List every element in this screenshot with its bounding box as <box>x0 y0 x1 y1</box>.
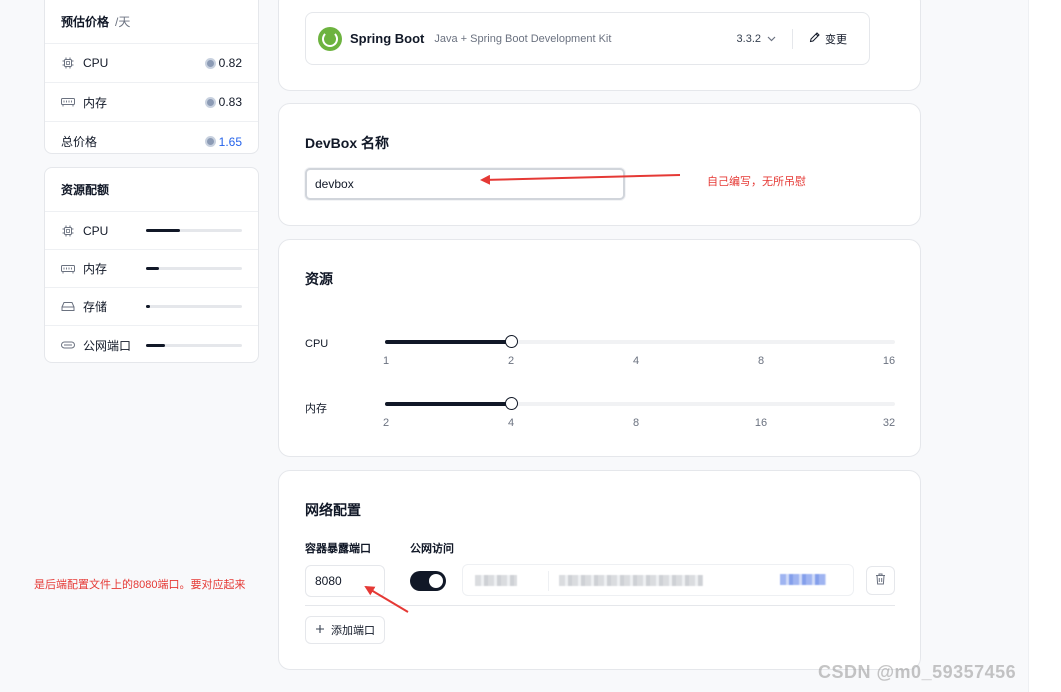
quota-bar-storage <box>146 305 242 308</box>
slider-tick: 32 <box>882 417 896 429</box>
network-panel: 网络配置 容器暴露端口 公网访问 添加端口 <box>278 470 921 670</box>
quota-fill-storage <box>146 305 150 308</box>
resource-quota-card: 资源配额 CPU 内存 存储 公网端口 <box>44 167 259 363</box>
cpu-slider-thumb[interactable] <box>505 335 518 348</box>
price-unit: /天 <box>115 14 131 29</box>
resources-title: 资源 <box>305 271 333 287</box>
cpu-icon <box>61 225 75 237</box>
quota-label-cpu: CPU <box>83 223 109 238</box>
slider-tick: 8 <box>757 355 765 367</box>
quota-fill-port <box>146 343 166 347</box>
quota-row-storage: 存储 <box>45 288 258 326</box>
slider-tick: 16 <box>882 355 896 367</box>
cpu-slider-label: CPU <box>305 338 329 350</box>
slider-tick: 2 <box>382 417 390 429</box>
quota-label-port: 公网端口 <box>83 338 132 353</box>
cpu-slider[interactable] <box>385 335 895 348</box>
slider-tick: 1 <box>382 355 390 367</box>
quota-row-cpu: CPU <box>45 212 258 250</box>
price-title: 预估价格 <box>61 14 110 29</box>
annotation-name-note: 自己编写，无所吊慰 <box>707 176 806 188</box>
coin-icon <box>204 57 216 69</box>
coin-icon <box>204 96 216 108</box>
price-memory-amount: 0.83 <box>218 95 242 109</box>
right-edge-panel <box>1028 0 1061 692</box>
devbox-name-panel: DevBox 名称 <box>278 103 921 226</box>
price-card-header: 预估价格 /天 <box>45 0 258 44</box>
memory-slider[interactable] <box>385 397 895 410</box>
delete-port-button[interactable] <box>866 566 895 595</box>
quota-fill-cpu <box>146 229 180 232</box>
change-runtime-button[interactable]: 变更 <box>793 31 857 47</box>
price-cpu-amount: 0.82 <box>218 56 242 70</box>
memory-slider-fill <box>385 402 511 406</box>
price-value-memory: 0.83 <box>204 95 242 109</box>
memory-icon <box>61 263 75 275</box>
slider-tick: 4 <box>507 417 515 429</box>
price-row-cpu: CPU 0.82 <box>45 44 258 83</box>
slider-tick: 2 <box>507 355 515 367</box>
cpu-slider-fill <box>385 340 511 344</box>
redacted-copy-link <box>780 574 826 585</box>
resource-quota-header: 资源配额 <box>45 168 258 212</box>
quota-bar-port <box>146 343 242 347</box>
redacted-domain <box>559 575 703 586</box>
runtime-panel: Spring Boot Java + Spring Boot Developme… <box>278 0 921 91</box>
runtime-name: Spring Boot <box>350 31 425 46</box>
plus-icon <box>315 624 325 637</box>
price-label-cpu: CPU <box>83 56 109 70</box>
csdn-watermark: CSDN @m0_59357456 <box>818 662 1017 682</box>
version-dropdown[interactable]: 3.3.2 <box>736 28 793 49</box>
public-url-field[interactable] <box>462 564 854 596</box>
add-port-button[interactable]: 添加端口 <box>305 616 385 644</box>
slider-tick: 16 <box>754 417 768 429</box>
price-label-total: 总价格 <box>61 135 98 149</box>
storage-icon <box>61 301 75 313</box>
price-value-cpu: 0.82 <box>204 56 242 70</box>
network-title: 网络配置 <box>305 502 361 518</box>
price-row-memory: 内存 0.83 <box>45 83 258 122</box>
public-access-toggle[interactable] <box>410 571 446 591</box>
coin-icon <box>204 136 216 147</box>
redacted-protocol <box>475 575 517 586</box>
container-port-label: 容器暴露端口 <box>305 543 371 555</box>
trash-icon <box>875 573 886 588</box>
runtime-selector: Spring Boot Java + Spring Boot Developme… <box>305 12 870 65</box>
price-label-memory: 内存 <box>83 95 108 110</box>
url-separator <box>548 571 549 591</box>
quota-label-memory: 内存 <box>83 262 108 276</box>
edit-icon <box>809 31 820 46</box>
chevron-down-icon <box>767 33 776 45</box>
cpu-icon <box>61 57 75 69</box>
spring-boot-logo-icon <box>318 26 342 51</box>
memory-slider-thumb[interactable] <box>505 397 518 410</box>
network-divider <box>305 605 895 606</box>
version-value: 3.3.2 <box>736 32 761 45</box>
devbox-name-input[interactable] <box>305 168 625 200</box>
quota-bar-cpu <box>146 229 242 232</box>
devbox-name-title: DevBox 名称 <box>305 135 390 151</box>
container-port-input[interactable] <box>305 565 385 597</box>
port-icon <box>61 339 75 351</box>
price-estimate-card: 预估价格 /天 CPU 0.82 内存 0.83 总价格 1.65 <box>44 0 259 154</box>
resources-panel: 资源 CPU 内存 1 2 4 8 16 2 4 8 16 32 <box>278 239 921 457</box>
quota-row-memory: 内存 <box>45 250 258 288</box>
quota-bar-memory <box>146 267 242 270</box>
change-label: 变更 <box>825 33 847 46</box>
quota-row-port: 公网端口 <box>45 326 258 364</box>
slider-tick: 8 <box>632 417 640 429</box>
memory-slider-label: 内存 <box>305 403 327 415</box>
runtime-description: Java + Spring Boot Development Kit <box>434 32 612 45</box>
slider-tick: 4 <box>632 355 640 367</box>
annotation-port-note: 是后端配置文件上的8080端口。要对应起来 <box>34 579 246 591</box>
price-total-amount: 1.65 <box>218 134 242 149</box>
add-port-label: 添加端口 <box>331 625 375 637</box>
price-value-total: 1.65 <box>204 134 242 149</box>
public-access-label: 公网访问 <box>410 543 454 555</box>
memory-icon <box>61 96 75 108</box>
quota-label-storage: 存储 <box>83 300 108 314</box>
quota-fill-memory <box>146 267 160 270</box>
price-row-total: 总价格 1.65 <box>45 122 258 161</box>
